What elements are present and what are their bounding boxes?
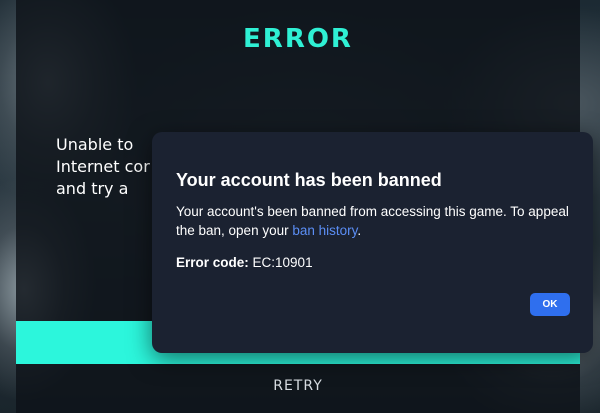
ban-history-link[interactable]: ban history xyxy=(292,223,357,238)
error-code: Error code: EC:10901 xyxy=(176,255,313,270)
error-title: ERROR xyxy=(243,24,353,54)
ok-button[interactable]: OK xyxy=(530,293,570,316)
error-code-value: EC:10901 xyxy=(248,255,313,270)
retry-button[interactable]: RETRY xyxy=(16,364,580,408)
dialog-body-text: Your account's been banned from accessin… xyxy=(176,204,569,238)
error-code-label: Error code: xyxy=(176,255,249,270)
dialog-body: Your account's been banned from accessin… xyxy=(176,202,571,240)
dialog-title: Your account has been banned xyxy=(176,170,442,190)
dialog-body-end: . xyxy=(357,223,362,238)
ban-dialog: Your account has been banned Your accoun… xyxy=(152,132,593,353)
